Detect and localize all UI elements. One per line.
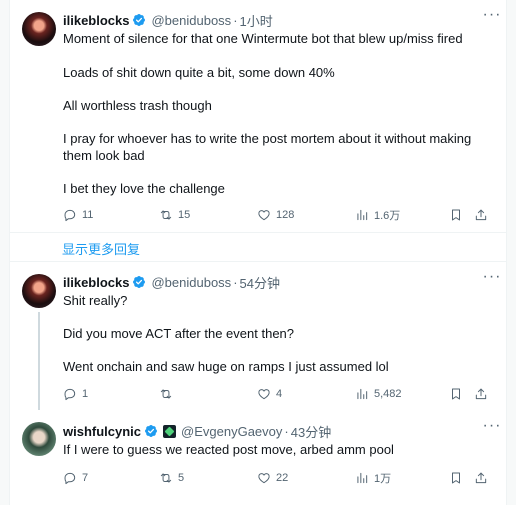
retweet-button[interactable]: 15 — [159, 205, 190, 225]
views-button[interactable]: 1.6万 — [355, 205, 400, 225]
like-count: 4 — [276, 388, 283, 400]
bookmark-icon — [452, 388, 460, 400]
reply-count: 1 — [82, 388, 89, 400]
retweet-count: 5 — [178, 472, 185, 484]
like-icon — [258, 473, 270, 484]
views-count: 1.6万 — [374, 210, 401, 222]
tweet-actions: 11 15 128 1.6万 — [63, 205, 496, 225]
tweet-actions: 7 5 22 1万 — [63, 468, 496, 488]
share-button[interactable] — [474, 384, 488, 404]
author-handle[interactable]: @beniduboss — [151, 275, 231, 290]
tweet-paragraph: Shit really? — [63, 293, 128, 308]
reply-count: 11 — [82, 209, 94, 221]
divider — [10, 232, 506, 233]
reply-button[interactable]: 11 — [63, 205, 93, 225]
retweet-button[interactable] — [159, 384, 178, 404]
tweet-3[interactable]: wishfulcynic @EvgenyGaevoy · 43分钟 ··· If… — [10, 412, 506, 502]
share-icon — [475, 209, 487, 221]
reply-icon — [64, 388, 76, 401]
separator: · — [284, 423, 289, 439]
separator: · — [233, 274, 238, 290]
views-button[interactable]: 1万 — [355, 468, 391, 488]
author-name[interactable]: ilikeblocks — [63, 275, 129, 290]
tweet-paragraph: I bet they love the challenge — [63, 181, 225, 196]
like-button[interactable]: 128 — [257, 205, 294, 225]
bookmark-icon — [452, 472, 460, 484]
share-icon — [475, 388, 487, 400]
share-button[interactable] — [474, 468, 488, 488]
separator: · — [233, 12, 238, 28]
reply-button[interactable]: 7 — [63, 468, 88, 488]
views-button[interactable]: 5,482 — [355, 384, 402, 404]
timestamp[interactable]: 1小时 — [240, 11, 273, 30]
timestamp[interactable]: 54分钟 — [240, 273, 280, 292]
retweet-button[interactable]: 5 — [159, 468, 184, 488]
more-icon[interactable]: ··· — [482, 418, 502, 441]
verified-badge-icon — [133, 276, 146, 288]
tweet-paragraph: Did you move ACT after the event then? — [63, 326, 295, 341]
views-count: 5,482 — [374, 388, 402, 400]
tweet-paragraph: Loads of shit down quite a bit, some dow… — [63, 65, 335, 80]
share-button[interactable] — [474, 205, 488, 225]
author-name[interactable]: ilikeblocks — [63, 13, 129, 28]
show-more-replies-link[interactable]: 显示更多回复 — [62, 239, 140, 258]
tweet-header: ilikeblocks @beniduboss · 54分钟 — [63, 272, 494, 292]
verified-badge-icon — [145, 425, 158, 437]
like-icon — [258, 389, 270, 400]
tweet-paragraph: I pray for whoever has to write the post… — [63, 131, 472, 163]
avatar[interactable] — [22, 12, 56, 46]
retweet-icon — [160, 210, 172, 220]
author-handle[interactable]: @beniduboss — [151, 13, 231, 28]
reply-icon — [64, 472, 76, 485]
views-count: 1万 — [374, 473, 392, 485]
views-icon — [357, 472, 368, 484]
tweet-1[interactable]: ilikeblocks @beniduboss · 1小时 ··· Moment… — [10, 0, 506, 232]
verified-badge-icon — [133, 14, 146, 26]
views-icon — [357, 209, 368, 221]
tweet-header: ilikeblocks @beniduboss · 1小时 — [63, 10, 494, 30]
like-count: 22 — [276, 472, 289, 484]
bookmark-button[interactable] — [449, 468, 463, 488]
retweet-count: 15 — [178, 209, 191, 221]
reply-button[interactable]: 1 — [63, 384, 88, 404]
like-icon — [258, 210, 270, 221]
bookmark-button[interactable] — [449, 205, 463, 225]
like-button[interactable]: 22 — [257, 468, 288, 488]
author-name[interactable]: wishfulcynic — [63, 424, 141, 439]
like-count: 128 — [276, 209, 295, 221]
bookmark-button[interactable] — [449, 384, 463, 404]
author-handle[interactable]: @EvgenyGaevoy — [181, 424, 282, 439]
tweet-paragraph: All worthless trash though — [63, 98, 212, 113]
views-icon — [357, 388, 368, 400]
bookmark-icon — [452, 209, 460, 221]
tweet-paragraph: Went onchain and saw huge on ramps I jus… — [63, 359, 389, 374]
tweet-paragraph: If I were to guess we reacted post move,… — [63, 442, 394, 457]
tweet-actions: 1 4 5,482 — [63, 384, 496, 404]
avatar[interactable] — [22, 422, 56, 456]
timestamp[interactable]: 43分钟 — [291, 422, 331, 441]
more-icon[interactable]: ··· — [482, 269, 502, 292]
reply-icon — [64, 209, 76, 222]
avatar[interactable] — [22, 274, 56, 308]
share-icon — [475, 472, 487, 484]
tweet-2[interactable]: ilikeblocks @beniduboss · 54分钟 ··· Shit … — [10, 262, 506, 412]
tweet-header: wishfulcynic @EvgenyGaevoy · 43分钟 — [63, 421, 494, 441]
conversation-panel: ilikeblocks @beniduboss · 1小时 ··· Moment… — [9, 0, 507, 505]
retweet-icon — [160, 389, 172, 399]
tweet-paragraph: Moment of silence for that one Wintermut… — [63, 31, 463, 46]
more-icon[interactable]: ··· — [482, 7, 502, 30]
retweet-icon — [160, 473, 172, 483]
reply-count: 7 — [82, 472, 89, 484]
thread-connector — [38, 312, 40, 410]
like-button[interactable]: 4 — [257, 384, 282, 404]
affiliate-logo-icon[interactable] — [163, 424, 177, 438]
